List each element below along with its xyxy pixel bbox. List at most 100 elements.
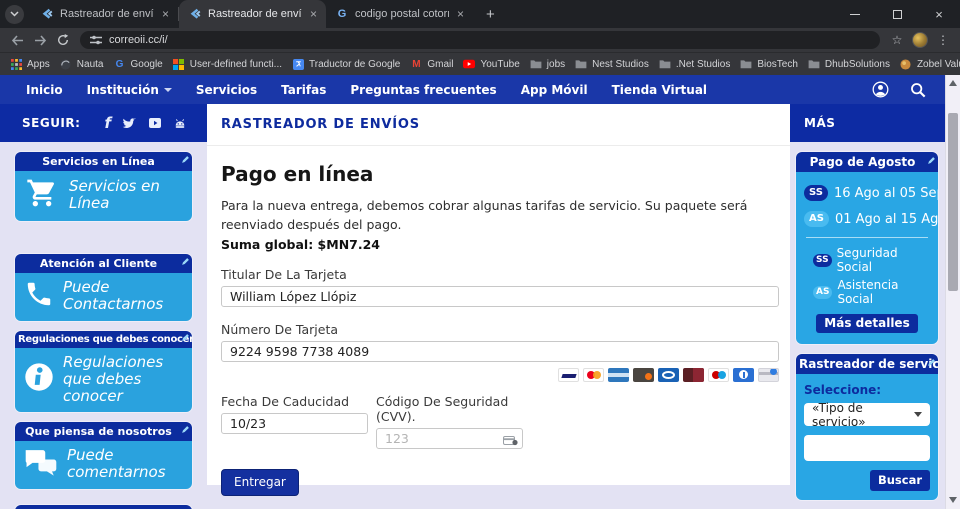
box-body: SS 16 Ago al 05 Sep AS 01 Ago al 15 Ago … bbox=[796, 172, 938, 344]
tab-close-icon[interactable]: × bbox=[308, 7, 319, 21]
tab-rastreador-1[interactable]: Rastreador de envíos – Correos × bbox=[31, 0, 178, 28]
profile-avatar[interactable] bbox=[910, 30, 930, 50]
period-row: AS 01 Ago al 15 Ago bbox=[804, 211, 938, 227]
nav-label: Tienda Virtual bbox=[611, 82, 708, 97]
nav-preguntas[interactable]: Preguntas frecuentes bbox=[338, 83, 508, 97]
tab-close-icon[interactable]: × bbox=[455, 7, 466, 21]
tab-close-icon[interactable]: × bbox=[160, 7, 171, 21]
bookmark-label: DhubSolutions bbox=[824, 58, 890, 70]
period-row: SS 16 Ago al 05 Sep bbox=[804, 185, 938, 201]
browser-toolbar: correoii.cc/i/ ☆ ⋮ bbox=[0, 28, 960, 52]
youtube-icon[interactable] bbox=[148, 117, 162, 129]
select-value: «Tipo de servicio» bbox=[812, 400, 866, 429]
follow-bar: SEGUIR: f bbox=[0, 104, 207, 142]
bookmark-star-button[interactable]: ☆ bbox=[887, 30, 907, 50]
cart-icon bbox=[24, 177, 60, 213]
folder-icon bbox=[659, 58, 671, 70]
sidebar-box-servicios-en-linea[interactable]: Servicios en Línea Servicios en Línea bbox=[15, 152, 192, 221]
bookmark-dhubsolutions[interactable]: DhubSolutions bbox=[808, 58, 890, 70]
scroll-up-icon[interactable] bbox=[949, 80, 957, 86]
bookmark-apps[interactable]: Apps bbox=[10, 58, 50, 70]
sidebar-box-regulaciones[interactable]: Regulaciones que debes conocer Regulacio… bbox=[15, 331, 192, 413]
nav-inicio[interactable]: Inicio bbox=[14, 83, 75, 97]
apps-grid-icon bbox=[10, 58, 22, 70]
more-details-button[interactable]: Más detalles bbox=[816, 314, 918, 333]
browser-menu-button[interactable]: ⋮ bbox=[933, 30, 953, 50]
account-button[interactable] bbox=[869, 79, 891, 101]
bookmark-zobel[interactable]: Zobel Values AG bbox=[900, 58, 960, 70]
period-dates: 01 Ago al 15 Ago bbox=[834, 211, 938, 227]
forward-button[interactable] bbox=[30, 30, 50, 50]
nav-institucion[interactable]: Institución bbox=[75, 83, 184, 97]
info-icon bbox=[24, 362, 54, 396]
submit-button[interactable]: Entregar bbox=[221, 468, 299, 496]
right-sidebar: MÁS Pago de Agosto SS 16 Ago al 05 Sep A… bbox=[790, 104, 945, 509]
search-services-button[interactable]: Buscar bbox=[869, 470, 930, 491]
sidebar-box-oficinas[interactable]: Oficinas y Códigos Postales Estamos a tu… bbox=[15, 504, 192, 509]
cvv-label: Código De Seguridad (CVV). bbox=[376, 393, 509, 424]
bookmark-label: jobs bbox=[546, 58, 566, 70]
bookmark-gmail[interactable]: M Gmail bbox=[410, 58, 453, 70]
service-type-select[interactable]: «Tipo de servicio» bbox=[804, 400, 930, 429]
android-icon[interactable] bbox=[173, 117, 187, 130]
legend-row: SS Seguridad Social bbox=[813, 246, 930, 274]
sidebar-box-comentarios[interactable]: Que piensa de nosotros Puede comentarnos bbox=[15, 422, 192, 489]
bookmark-jobs[interactable]: jobs bbox=[530, 58, 565, 70]
bookmark-google[interactable]: G Google bbox=[113, 58, 163, 70]
tab-rastreador-2-active[interactable]: Rastreador de envíos – Correos × bbox=[179, 0, 326, 28]
nav-servicios[interactable]: Servicios bbox=[184, 83, 269, 97]
nav-app-movil[interactable]: App Móvil bbox=[509, 83, 600, 97]
tab-title: Rastreador de envíos – Correos bbox=[208, 8, 302, 20]
twitter-icon[interactable] bbox=[122, 117, 137, 129]
back-button[interactable] bbox=[7, 30, 27, 50]
card-number-input[interactable] bbox=[221, 340, 779, 362]
forward-arrow-icon bbox=[34, 34, 46, 46]
accepted-cards bbox=[221, 367, 779, 382]
nav-label: Institución bbox=[86, 82, 159, 97]
expiry-input[interactable] bbox=[221, 412, 368, 434]
card-secure-icon bbox=[758, 367, 779, 382]
maximize-button[interactable] bbox=[876, 0, 918, 28]
address-bar[interactable]: correoii.cc/i/ bbox=[80, 31, 880, 49]
tab-search-button[interactable] bbox=[5, 4, 24, 24]
pencil-icon bbox=[927, 154, 936, 168]
cvv-input[interactable] bbox=[376, 427, 523, 449]
back-arrow-icon bbox=[11, 34, 23, 46]
nav-tienda-virtual[interactable]: Tienda Virtual bbox=[600, 83, 719, 97]
bookmark-user-defined[interactable]: User-defined functi... bbox=[173, 58, 282, 70]
new-tab-button[interactable]: + bbox=[482, 6, 499, 23]
scroll-down-icon[interactable] bbox=[949, 497, 957, 503]
youtube-icon bbox=[463, 58, 476, 70]
folder-icon bbox=[575, 58, 587, 70]
bookmark-net-studios[interactable]: .Net Studios bbox=[659, 58, 730, 70]
cvv-card-icon bbox=[503, 432, 518, 451]
box-header: Atención al Cliente bbox=[15, 254, 192, 273]
minimize-button[interactable] bbox=[834, 0, 876, 28]
bookmark-youtube[interactable]: YouTube bbox=[463, 58, 520, 70]
box-text: Regulaciones que debes conocer bbox=[63, 353, 164, 405]
as-badge: AS bbox=[813, 285, 833, 299]
legend-label: Asistencia Social bbox=[837, 278, 899, 306]
nav-label: Tarifas bbox=[281, 82, 327, 97]
minimize-icon bbox=[850, 13, 860, 15]
cardholder-input[interactable] bbox=[221, 285, 779, 307]
service-code-input[interactable] bbox=[804, 435, 930, 461]
facebook-icon[interactable]: f bbox=[104, 114, 111, 132]
page-scrollbar[interactable] bbox=[945, 75, 960, 509]
web-page: Inicio Institución Servicios Tarifas Pre… bbox=[0, 75, 960, 509]
bookmark-nest-studios[interactable]: Nest Studios bbox=[575, 58, 649, 70]
close-window-button[interactable]: × bbox=[918, 0, 960, 28]
sidebar-box-atencion-cliente[interactable]: Atención al Cliente Puede Contactarnos bbox=[15, 254, 192, 321]
card-number-label: Número De Tarjeta bbox=[221, 321, 339, 337]
bookmark-label: Gmail bbox=[427, 58, 454, 70]
search-button[interactable] bbox=[907, 79, 929, 101]
scrollbar-thumb[interactable] bbox=[948, 113, 958, 291]
divider bbox=[806, 237, 928, 238]
nav-tarifas[interactable]: Tarifas bbox=[269, 83, 338, 97]
tab-google-search[interactable]: G codigo postal cotorro la haban × bbox=[326, 0, 473, 28]
nav-label: Inicio bbox=[26, 82, 63, 97]
bookmark-traductor[interactable]: Traductor de Google bbox=[292, 58, 400, 70]
reload-button[interactable] bbox=[53, 30, 73, 50]
bookmark-nauta[interactable]: Nauta bbox=[60, 58, 103, 70]
bookmark-biostech[interactable]: BiosTech bbox=[740, 58, 798, 70]
